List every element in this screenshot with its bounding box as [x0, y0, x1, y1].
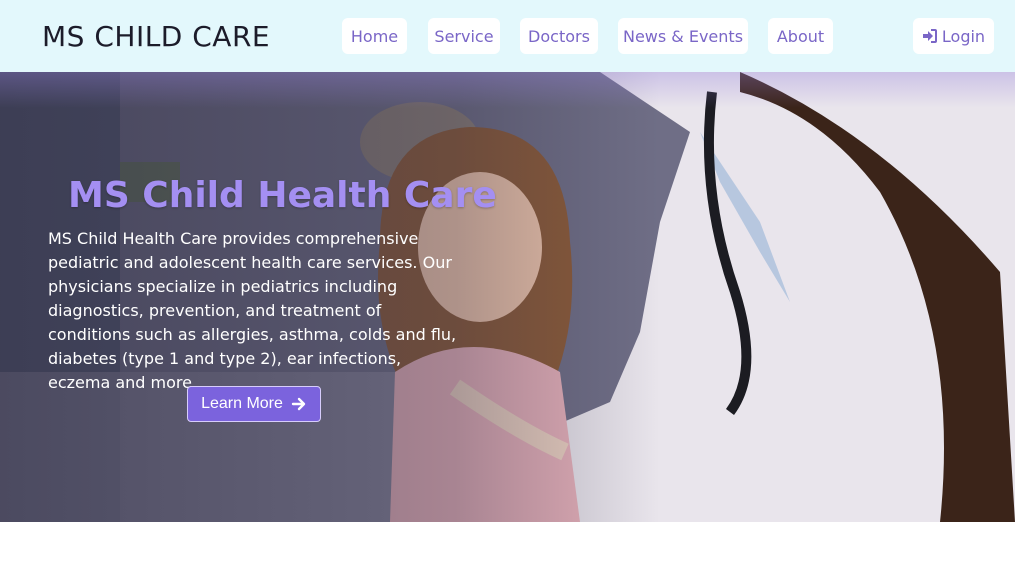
hero-description: MS Child Health Care provides comprehens… [48, 229, 457, 392]
arrow-right-icon [291, 396, 307, 412]
hero-title: MS Child Health Care [68, 175, 497, 216]
nav-news-events-link[interactable]: News & Events [618, 18, 748, 54]
main-navigation: Home Service Doctors News & Events About… [0, 18, 1015, 54]
nav-home-link[interactable]: Home [342, 18, 407, 54]
navbar: MS CHILD CARE Home Service Doctors News … [0, 0, 1015, 72]
login-label: Login [941, 26, 986, 46]
learn-more-button[interactable]: Learn More [187, 386, 321, 422]
sign-in-icon [922, 28, 938, 44]
hero-banner: MS Child Health Care MS Child Health Car… [0, 72, 1015, 522]
login-button[interactable]: Login [913, 18, 994, 54]
page-body [0, 522, 1015, 570]
learn-more-label: Learn More [201, 395, 283, 412]
nav-doctors-link[interactable]: Doctors [520, 18, 598, 54]
nav-about-link[interactable]: About [768, 18, 833, 54]
nav-service-link[interactable]: Service [428, 18, 500, 54]
